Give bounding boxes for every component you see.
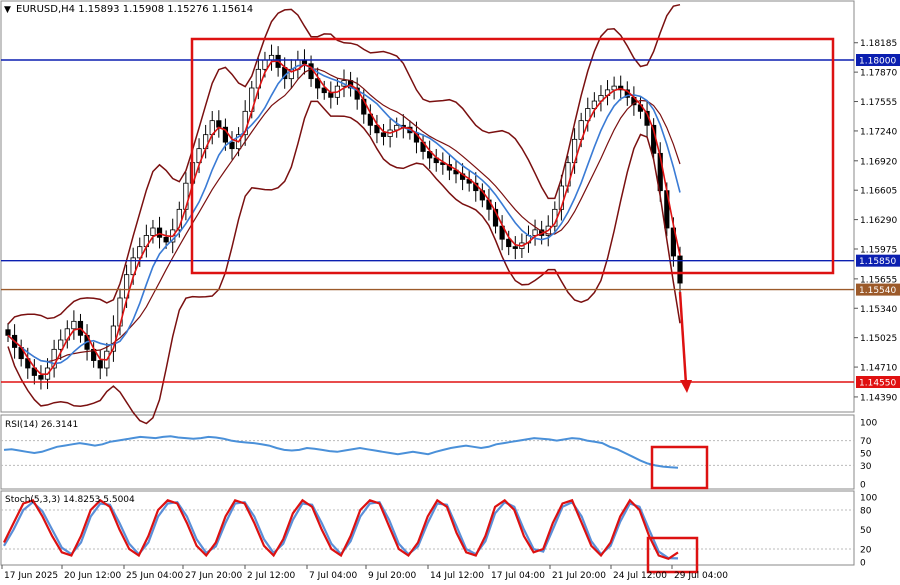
rsi-title: RSI(14) 26.3141	[5, 420, 78, 430]
trading-chart: 1.18000 1.15850 1.15540 1.14550 1.18185 1.178…	[0, 0, 900, 581]
time-tick-label: 2 Jul 12:00	[247, 571, 296, 581]
time-tick-label: 29 Jul 04:00	[674, 571, 728, 581]
time-tick-label: 17 Jul 04:00	[491, 571, 545, 581]
stoch-tick-label: 50	[860, 526, 872, 536]
candle-body	[38, 375, 44, 380]
price-level-label: 1.15540	[859, 286, 896, 296]
price-panel	[0, 0, 855, 413]
price-tick-label: 1.16290	[860, 216, 897, 226]
rsi-tick-label: 70	[860, 437, 872, 447]
price-tick-label: 1.17240	[860, 127, 897, 137]
candle-body	[71, 320, 77, 330]
price-level-label: 1.18000	[859, 57, 896, 67]
price-tick-label: 1.15025	[860, 334, 897, 344]
price-tick-label: 1.15655	[860, 275, 897, 285]
rsi-tick-label: 0	[860, 481, 866, 491]
time-tick-label: 14 Jul 12:00	[430, 571, 484, 581]
time-tick-label: 20 Jun 12:00	[64, 571, 121, 581]
time-tick-label: 27 Jun 20:00	[185, 571, 242, 581]
price-tick-label: 1.14710	[860, 364, 897, 374]
price-tick-label: 1.17870	[860, 69, 897, 79]
price-level-label: 1.14550	[859, 379, 896, 389]
candle-body	[150, 227, 156, 236]
price-tick-label: 1.17555	[860, 98, 897, 108]
time-tick-label: 17 Jun 2025	[4, 571, 58, 581]
price-tick-label: 1.15340	[860, 305, 897, 315]
candle-body	[229, 141, 235, 150]
time-tick-label: 21 Jul 20:00	[552, 571, 606, 581]
price-tick-label: 1.15975	[860, 246, 897, 256]
stoch-title: Stoch(5,3,3) 14.8253 5.5004	[5, 495, 135, 505]
rsi-tick-label: 50	[860, 450, 872, 460]
candle-body	[97, 360, 103, 369]
rsi-panel	[0, 414, 855, 490]
candle-body	[163, 236, 169, 243]
candle-body	[380, 132, 387, 137]
candle-body	[262, 59, 268, 70]
time-tick-label: 25 Jun 04:00	[126, 571, 183, 581]
candle-body	[512, 246, 518, 249]
time-tick-label: 7 Jul 04:00	[309, 571, 358, 581]
time-tick-label: 24 Jul 12:00	[613, 571, 667, 581]
price-tick-label: 1.18185	[860, 39, 897, 49]
candle-body	[506, 238, 512, 248]
stoch-tick-label: 0	[860, 559, 866, 569]
symbol-ohlc-header: EURUSD,H4 1.15893 1.15908 1.15276 1.1561…	[16, 4, 253, 15]
price-tick-label: 1.16605	[860, 187, 897, 197]
candle-body	[156, 227, 163, 238]
stoch-tick-label: 80	[860, 507, 872, 517]
candle-body	[216, 120, 222, 128]
rsi-tick-label: 30	[860, 462, 872, 472]
time-tick-label: 9 Jul 20:00	[368, 571, 417, 581]
candle-body	[532, 229, 538, 236]
candle-body	[5, 329, 11, 336]
rsi-tick-label: 100	[860, 419, 877, 429]
price-tick-label: 1.14390	[860, 393, 897, 403]
stoch-tick-label: 20	[860, 546, 872, 556]
price-tick-label: 1.16920	[860, 157, 897, 167]
chart-menu-arrow-icon[interactable]: ▼	[4, 5, 11, 15]
stoch-tick-label: 100	[860, 494, 877, 504]
price-level-label: 1.15850	[859, 257, 896, 267]
